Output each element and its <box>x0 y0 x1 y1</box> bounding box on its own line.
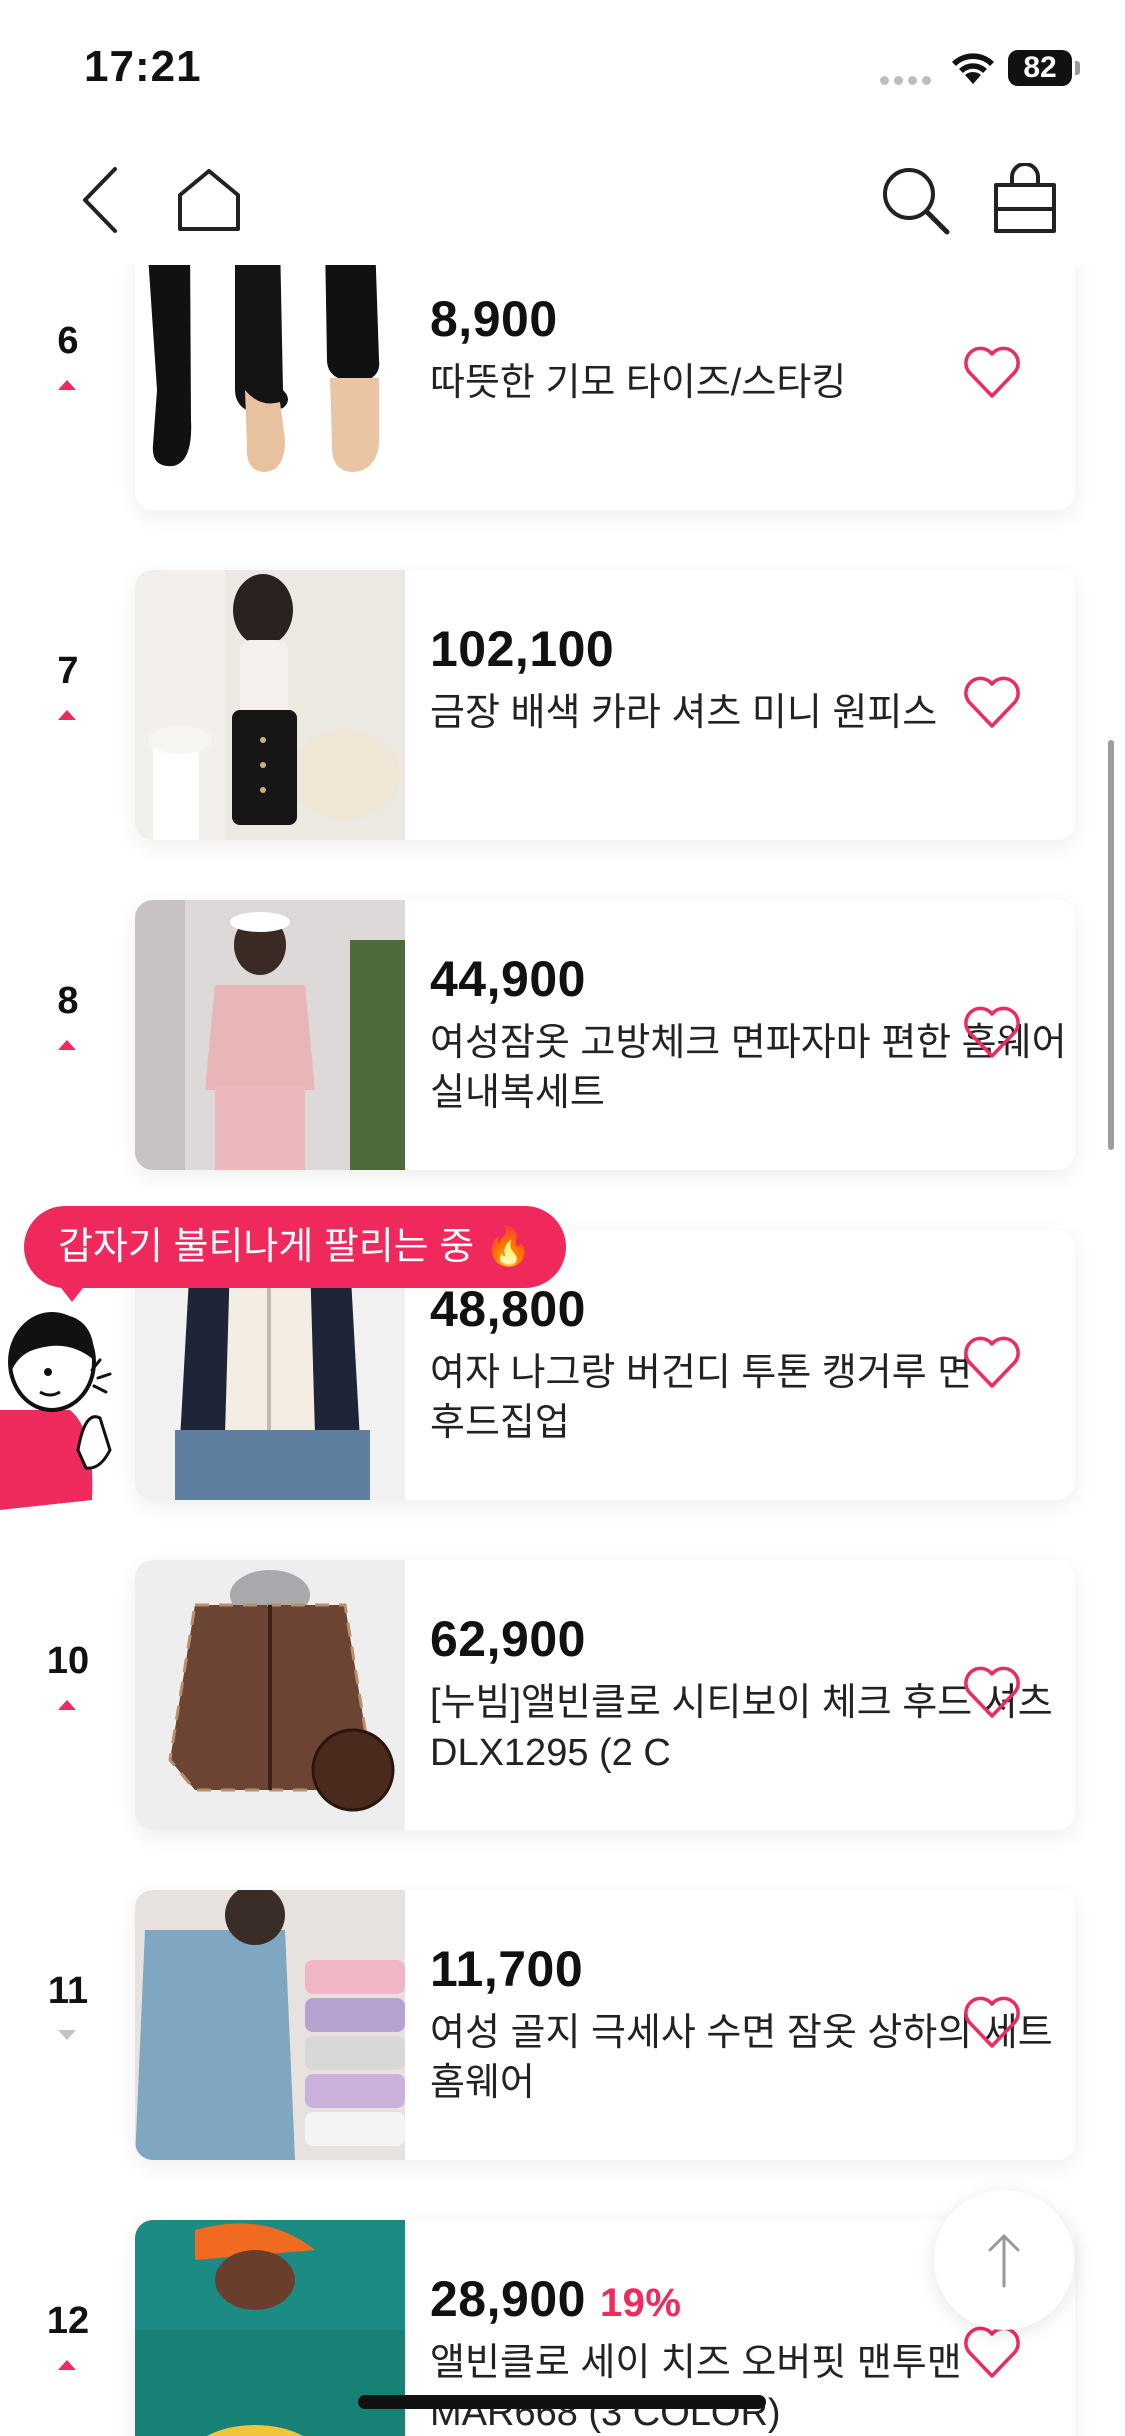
wishlist-button[interactable] <box>960 1330 1030 1400</box>
product-image[interactable] <box>135 900 405 1170</box>
back-button[interactable] <box>56 155 146 245</box>
ranking-list: 6 8,900 따뜻한 기모 타이즈/스타킹 7 102,100 금장 배색 카… <box>0 265 1125 2436</box>
home-icon <box>178 169 240 231</box>
rank-up-icon <box>58 1040 76 1050</box>
rank-down-icon <box>58 2030 76 2040</box>
ranking-row[interactable]: 7 102,100 금장 배색 카라 셔츠 미니 원피스 <box>0 570 1125 840</box>
whisper-character-icon <box>0 1312 112 1510</box>
heart-icon <box>964 1336 1020 1388</box>
home-button[interactable] <box>164 155 254 245</box>
wishlist-button[interactable] <box>960 670 1030 740</box>
product-card[interactable]: 11,700 여성 골지 극세사 수면 잠옷 상하의 세트 홈웨어 <box>135 1890 1075 2160</box>
scrollbar[interactable] <box>1108 740 1114 1150</box>
product-card[interactable]: 102,100 금장 배색 카라 셔츠 미니 원피스 <box>135 570 1075 840</box>
ranking-row[interactable]: 6 8,900 따뜻한 기모 타이즈/스타킹 <box>0 265 1125 510</box>
product-price: 8,900 <box>430 291 558 347</box>
product-card[interactable]: 62,900 [누빔]앨빈클로 시티보이 체크 후드 셔츠 DLX1295 (2… <box>135 1560 1075 1830</box>
product-price: 48,800 <box>430 1281 586 1337</box>
product-image[interactable] <box>135 265 405 510</box>
heart-icon <box>964 2326 1020 2378</box>
product-image[interactable] <box>135 570 405 840</box>
status-bar: 17:21 82 <box>0 0 1125 135</box>
search-button[interactable] <box>870 155 960 245</box>
status-time: 17:21 <box>84 42 202 91</box>
rank-up-icon <box>58 710 76 720</box>
rank-up-icon <box>58 2360 76 2370</box>
ranking-row[interactable]: 11 11,700 여성 골지 극세사 수면 잠옷 상하의 세트 홈웨어 <box>0 1890 1125 2160</box>
rank-number: 8 <box>57 980 79 1022</box>
rank-up-icon <box>58 1700 76 1710</box>
cart-button[interactable] <box>980 155 1070 245</box>
rank-number: 7 <box>57 650 79 692</box>
product-price: 102,100 <box>430 621 615 677</box>
scroll-to-top-button[interactable] <box>934 2190 1074 2330</box>
top-nav-bar <box>0 135 1125 265</box>
heart-icon <box>964 676 1020 728</box>
product-price: 28,900 19% <box>430 2271 682 2327</box>
product-card[interactable]: 44,900 여성잠옷 고방체크 면파자마 편한 홈웨어 실내복세트 <box>135 900 1075 1170</box>
heart-icon <box>964 1996 1020 2048</box>
wifi-icon <box>952 53 994 84</box>
wishlist-button[interactable] <box>960 2320 1030 2390</box>
battery-level: 82 <box>1008 50 1072 86</box>
ranking-row[interactable]: 8 44,900 여성잠옷 고방체크 면파자마 편한 홈웨어 실내복세트 <box>0 900 1125 1170</box>
chevron-left-icon <box>83 167 117 233</box>
search-icon <box>883 168 950 235</box>
rank-up-icon <box>58 380 76 390</box>
heart-icon <box>964 1006 1020 1058</box>
wishlist-button[interactable] <box>960 1660 1030 1730</box>
wishlist-button[interactable] <box>960 1000 1030 1070</box>
rank-number: 11 <box>47 1970 89 2012</box>
heart-icon <box>964 346 1020 398</box>
hot-selling-tooltip: 갑자기 불티나게 팔리는 중 🔥 <box>24 1206 567 1288</box>
discount-rate: 19% <box>599 2281 682 2325</box>
heart-icon <box>964 1666 1020 1718</box>
shopping-bag-icon <box>994 163 1056 233</box>
ranking-row[interactable]: 10 62,900 [누빔]앨빈클로 시티보이 체크 후드 셔츠 DLX1295… <box>0 1560 1125 1830</box>
product-price: 11,700 <box>430 1941 584 1997</box>
product-card[interactable]: 8,900 따뜻한 기모 타이즈/스타킹 <box>135 265 1075 510</box>
product-price: 62,900 <box>430 1611 586 1667</box>
home-indicator[interactable] <box>358 2395 766 2409</box>
product-image[interactable] <box>135 1890 405 2160</box>
battery-tip <box>1075 61 1080 75</box>
product-image[interactable] <box>135 1560 405 1830</box>
product-price: 44,900 <box>430 951 586 1007</box>
rank-number: 10 <box>46 1640 90 1682</box>
rank-number: 12 <box>46 2300 90 2342</box>
arrow-up-icon <box>988 2234 1020 2288</box>
cellular-signal-icon <box>880 72 936 85</box>
rank-number: 6 <box>57 320 79 362</box>
wishlist-button[interactable] <box>960 1990 1030 2060</box>
wishlist-button[interactable] <box>960 340 1030 410</box>
